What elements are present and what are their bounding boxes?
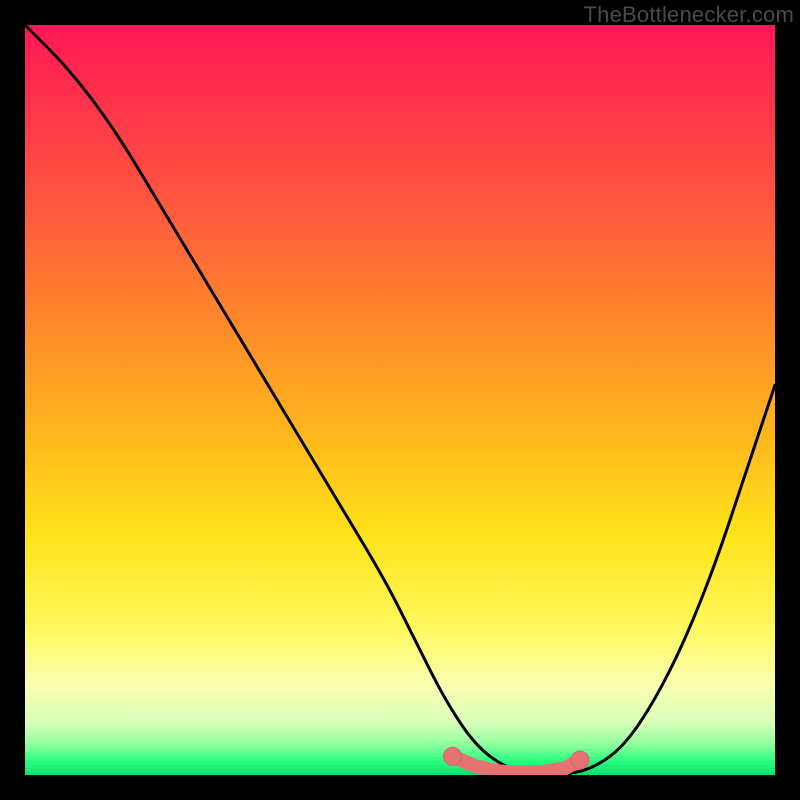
plot-background-gradient [25, 25, 775, 775]
plot-frame [25, 25, 775, 775]
